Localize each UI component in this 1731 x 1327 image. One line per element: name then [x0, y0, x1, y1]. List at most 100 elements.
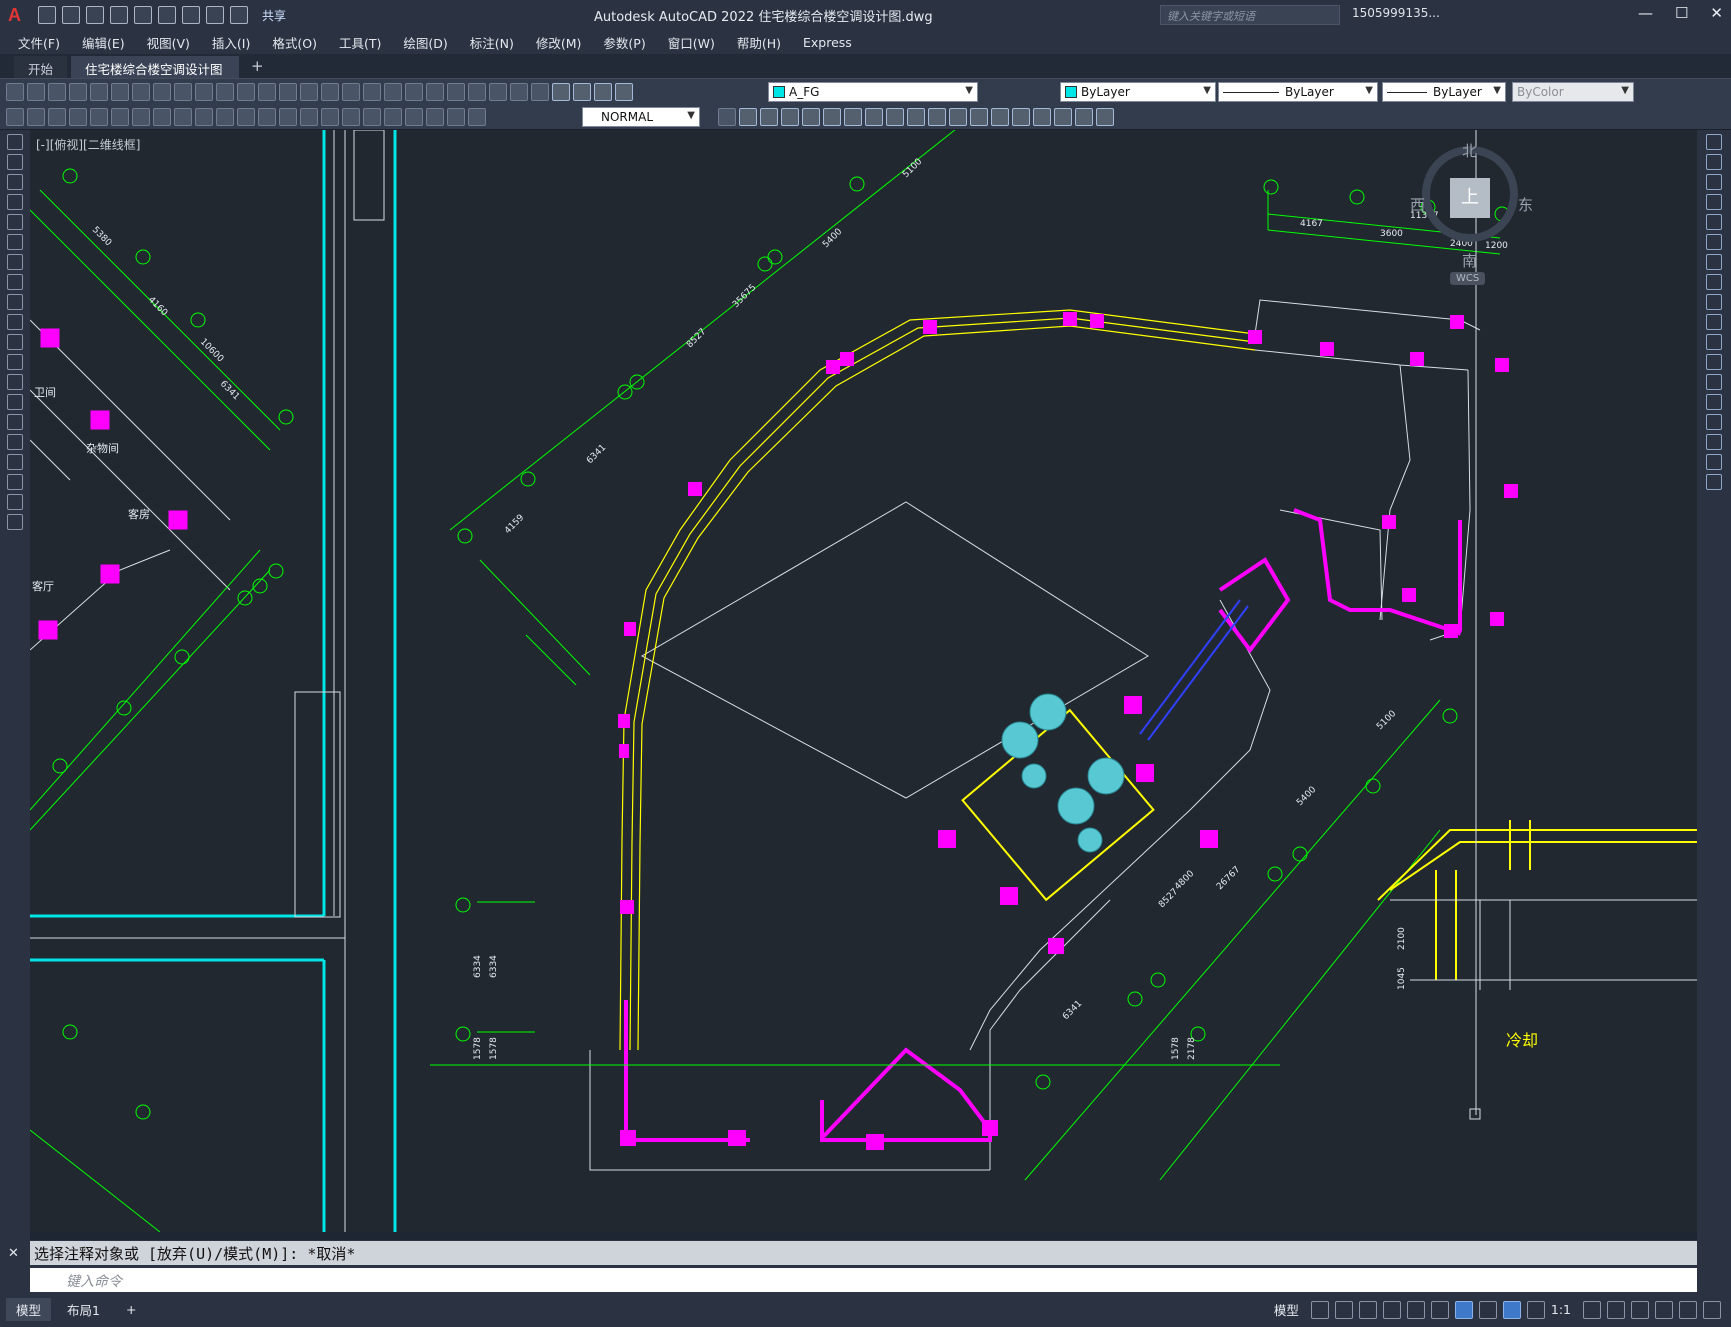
dim-edit-icon[interactable]: [426, 107, 444, 126]
menu-express[interactable]: Express: [803, 35, 852, 50]
join-icon[interactable]: [991, 108, 1009, 126]
command-input[interactable]: 键入命令: [30, 1268, 1697, 1292]
menu-edit[interactable]: 编辑(E): [82, 33, 125, 52]
circle-icon[interactable]: [7, 254, 23, 270]
menu-view[interactable]: 视图(V): [147, 33, 190, 52]
add-tab-button[interactable]: +: [251, 57, 264, 78]
plus-icon[interactable]: [1607, 1300, 1625, 1319]
continue-dim-icon[interactable]: [279, 107, 297, 126]
layer-freeze-icon[interactable]: [594, 82, 612, 101]
snap-icon[interactable]: [1334, 1300, 1353, 1319]
viewport-controls-label[interactable]: [-][俯视][二维线框]: [36, 136, 140, 153]
undo-icon[interactable]: [258, 82, 276, 101]
array-icon[interactable]: [1706, 214, 1722, 230]
menu-dimension[interactable]: 标注(N): [470, 33, 514, 52]
rotate-icon[interactable]: [1706, 254, 1722, 270]
undo-icon[interactable]: [206, 6, 224, 24]
mirror-icon[interactable]: [781, 108, 799, 126]
spline-icon[interactable]: [7, 294, 23, 310]
viewcube-east[interactable]: 东: [1518, 194, 1533, 215]
properties-icon[interactable]: [384, 82, 402, 101]
hatch-icon[interactable]: [7, 414, 23, 430]
gradient-icon[interactable]: [7, 434, 23, 450]
arc-length-icon[interactable]: [111, 107, 129, 126]
menu-insert[interactable]: 插入(I): [212, 33, 250, 52]
jogged-dim-icon[interactable]: [174, 107, 192, 126]
annotation-scale[interactable]: 1:1: [1551, 1302, 1571, 1317]
diameter-dim-icon[interactable]: [195, 107, 213, 126]
angular-dim-icon[interactable]: [216, 107, 234, 126]
stretch-icon[interactable]: [1706, 294, 1722, 310]
menu-tools[interactable]: 工具(T): [339, 33, 381, 52]
tolerance-icon[interactable]: [342, 107, 360, 126]
3dprint-icon[interactable]: [132, 82, 150, 101]
layer-dropdown[interactable]: A_FG ▼: [768, 82, 978, 102]
baseline-dim-icon[interactable]: [258, 107, 276, 126]
revcloud-icon[interactable]: [7, 274, 23, 290]
fillet-icon[interactable]: [1706, 434, 1722, 450]
explode-icon[interactable]: [1706, 474, 1722, 490]
transparency-icon[interactable]: [1478, 1300, 1497, 1319]
copy-icon[interactable]: [1706, 154, 1722, 170]
polyline-icon[interactable]: [7, 174, 23, 190]
sun-icon[interactable]: [573, 82, 591, 101]
break-icon[interactable]: [1706, 374, 1722, 390]
break-at-point-icon[interactable]: [1706, 354, 1722, 370]
array-icon[interactable]: [823, 108, 841, 126]
menu-help[interactable]: 帮助(H): [737, 33, 781, 52]
open-file-icon[interactable]: [62, 6, 80, 24]
point-icon[interactable]: [7, 394, 23, 410]
erase-icon[interactable]: [1706, 134, 1722, 150]
maximize-button[interactable]: ☐: [1675, 4, 1688, 22]
close-button[interactable]: ✕: [1710, 4, 1723, 22]
ellipse-icon[interactable]: [7, 314, 23, 330]
isolate-objects-icon[interactable]: [1631, 1300, 1649, 1319]
hardware-acceleration-icon[interactable]: [1655, 1300, 1673, 1319]
bring-front-icon[interactable]: [1096, 108, 1114, 126]
viewcube-west[interactable]: 西: [1410, 194, 1425, 215]
menu-format[interactable]: 格式(O): [272, 33, 317, 52]
calculator-icon[interactable]: [489, 82, 507, 101]
viewcube[interactable]: 北 南 东 西 上 WCS: [1410, 140, 1533, 300]
match-icon[interactable]: [6, 107, 24, 126]
open-icon[interactable]: [27, 82, 45, 101]
polar-icon[interactable]: [1382, 1300, 1401, 1319]
viewcube-north[interactable]: 北: [1462, 140, 1477, 161]
help-icon[interactable]: [510, 82, 528, 101]
close-command-icon[interactable]: ✕: [8, 1246, 19, 1261]
ordinate-dim-icon[interactable]: [132, 107, 150, 126]
autocad-logo-icon[interactable]: A: [8, 5, 26, 25]
plot-preview-icon[interactable]: [90, 82, 108, 101]
tab-layout1[interactable]: 布局1: [57, 1298, 110, 1321]
fillet-icon[interactable]: [1033, 108, 1051, 126]
insert-block-icon[interactable]: [7, 354, 23, 370]
center-mark-icon[interactable]: [363, 107, 381, 126]
gear-icon[interactable]: [1583, 1300, 1601, 1319]
tool-palettes-icon[interactable]: [426, 82, 444, 101]
menu-modify[interactable]: 修改(M): [536, 33, 582, 52]
radius-dim-icon[interactable]: [153, 107, 171, 126]
block-editor-icon[interactable]: [237, 82, 255, 101]
clean-screen-icon[interactable]: [1679, 1300, 1697, 1319]
zoom-realtime-icon[interactable]: [321, 82, 339, 101]
qnew-icon[interactable]: [6, 82, 24, 101]
jogged-linear-icon[interactable]: [405, 107, 423, 126]
table-icon[interactable]: [7, 474, 23, 490]
user-account[interactable]: 1505999135...: [1352, 6, 1440, 20]
scale-icon[interactable]: [1706, 274, 1722, 290]
break-icon[interactable]: [970, 108, 988, 126]
plotstyle-dropdown[interactable]: ByColor ▼: [1512, 82, 1634, 102]
open-web-icon[interactable]: [134, 6, 152, 24]
dim-space-icon[interactable]: [300, 107, 318, 126]
linear-dim-icon[interactable]: [69, 107, 87, 126]
offset-icon[interactable]: [802, 108, 820, 126]
selection-cycling-icon[interactable]: [1454, 1300, 1473, 1319]
construction-line-icon[interactable]: [7, 154, 23, 170]
add-selected-icon[interactable]: [7, 514, 23, 530]
linetype-dropdown[interactable]: ByLayer ▼: [1218, 82, 1378, 102]
publish-icon[interactable]: [111, 82, 129, 101]
ellipse-arc-icon[interactable]: [7, 334, 23, 350]
move-icon[interactable]: [844, 108, 862, 126]
extend-icon[interactable]: [1706, 334, 1722, 350]
lightbulb-icon[interactable]: [552, 82, 570, 101]
